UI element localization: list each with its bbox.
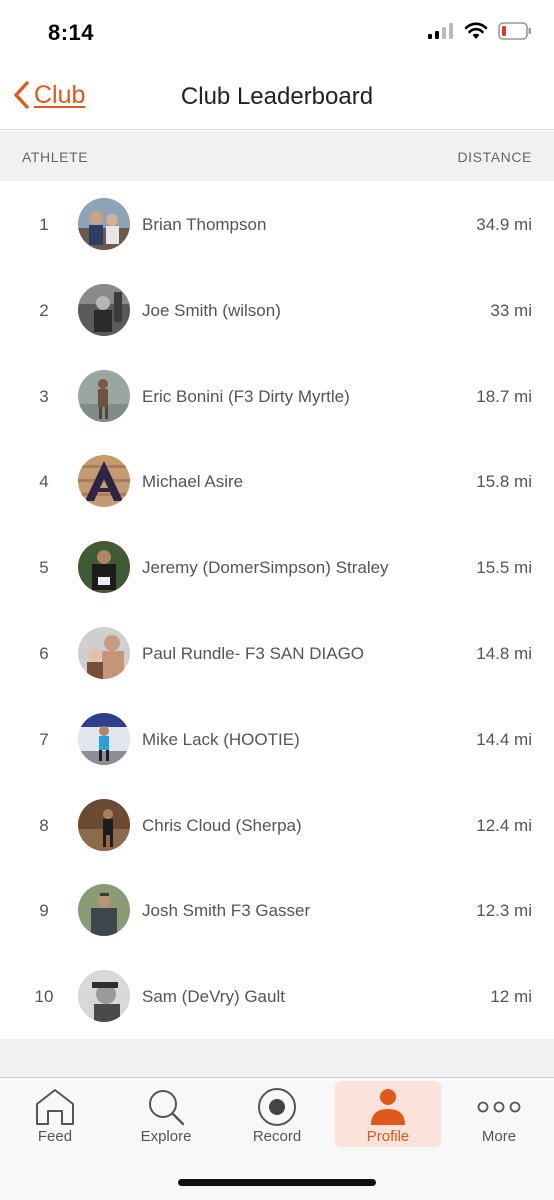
leaderboard-row[interactable]: 9 Josh Smith F3 Gasser 12.3 mi (0, 867, 554, 953)
rank-number: 6 (39, 643, 49, 663)
athlete-name: Chris Cloud (Sherpa) (142, 815, 302, 835)
tab-label: Feed (37, 1128, 73, 1145)
tab-explore[interactable]: Explore (113, 1081, 219, 1147)
home-indicator[interactable] (178, 1179, 376, 1186)
rank-number: 5 (39, 558, 49, 578)
rank-number: 9 (39, 901, 49, 921)
leaderboard-row[interactable]: 10 Sam (DeVry) Gault 12 mi (0, 953, 554, 1039)
leaderboard-row[interactable]: 7 Mike Lack (HOOTIE) 14.4 mi (0, 696, 554, 782)
wifi-icon (464, 22, 488, 39)
battery-icon (498, 22, 531, 40)
athlete-name: Joe Smith (wilson) (142, 300, 281, 320)
athlete-name: Jeremy (DomerSimpson) Straley (142, 558, 389, 578)
tab-label: Record (252, 1128, 302, 1145)
athlete-distance: 15.5 mi (476, 558, 532, 578)
athlete-distance: 14.4 mi (476, 729, 532, 749)
tab-profile[interactable]: Profile (335, 1081, 441, 1147)
leaderboard-row[interactable]: 8 Chris Cloud (Sherpa) 12.4 mi (0, 782, 554, 868)
home-icon (36, 1089, 74, 1125)
status-time: 8:14 (48, 20, 95, 45)
avatar (78, 626, 130, 679)
column-header-athlete: ATHLETE (22, 149, 89, 165)
athlete-distance: 14.8 mi (476, 643, 532, 663)
cellular-signal-icon (428, 23, 453, 39)
athlete-name: Sam (DeVry) Gault (142, 987, 285, 1007)
column-header-distance: DISTANCE (457, 149, 532, 165)
leaderboard-row[interactable]: 2 Joe Smith (wilson) 33 mi (0, 267, 554, 353)
athlete-name: Brian Thompson (142, 215, 267, 234)
search-icon (149, 1090, 185, 1126)
athlete-name: Eric Bonini (F3 Dirty Myrtle) (142, 386, 350, 406)
athlete-distance: 15.8 mi (476, 472, 532, 492)
leaderboard-row[interactable]: 1 Brian Thompson 34.9 mi (0, 181, 554, 267)
leaderboard-row[interactable]: 4 Michael Asire 15.8 mi (0, 438, 554, 524)
athlete-distance: 18.7 mi (476, 386, 532, 406)
tab-feed[interactable]: Feed (2, 1081, 108, 1147)
athlete-name: Mike Lack (HOOTIE) (142, 729, 300, 749)
record-icon (258, 1088, 296, 1126)
athlete-distance: 12.4 mi (476, 815, 532, 835)
more-dots-icon (477, 1101, 521, 1113)
status-bar: 8:14 (0, 0, 554, 66)
tab-record[interactable]: Record (224, 1081, 330, 1147)
leaderboard-header: ATHLETE DISTANCE (0, 131, 554, 181)
athlete-name: Paul Rundle- F3 SAN DIAGO (142, 643, 365, 663)
leaderboard-row[interactable]: 5 Jeremy (DomerSimpson) Straley 15.5 mi (0, 524, 554, 610)
leaderboard-list: 1 Brian Thompson 34.9 mi 2 Joe Smith (wi… (0, 181, 554, 1039)
rank-number: 2 (39, 300, 49, 320)
avatar (78, 712, 130, 765)
rank-number: 10 (34, 987, 54, 1007)
leaderboard-row[interactable]: 6 Paul Rundle- F3 SAN DIAGO 14.8 mi (0, 610, 554, 696)
athlete-distance: 12.3 mi (476, 901, 532, 921)
avatar (78, 541, 130, 594)
rank-number: 4 (39, 472, 49, 492)
athlete-name: Michael Asire (142, 472, 244, 492)
person-icon (371, 1089, 405, 1125)
athlete-distance: 34.9 mi (476, 215, 532, 234)
page-title: Club Leaderboard (180, 83, 374, 110)
athlete-name: Josh Smith F3 Gasser (142, 901, 311, 921)
rank-number: 8 (39, 815, 49, 835)
rank-number: 7 (39, 729, 49, 749)
tab-label: Profile (366, 1128, 410, 1145)
avatar (78, 283, 130, 336)
athlete-distance: 33 mi (490, 300, 532, 320)
tab-more[interactable]: More (446, 1081, 552, 1147)
status-icons (428, 22, 532, 40)
tab-label: More (481, 1128, 517, 1145)
leaderboard-row[interactable]: 3 Eric Bonini (F3 Dirty Myrtle) 18.7 mi (0, 353, 554, 439)
avatar (78, 970, 130, 1023)
tab-label: Explore (140, 1128, 192, 1145)
avatar (78, 798, 130, 851)
avatar (78, 198, 130, 250)
avatar (78, 369, 130, 422)
avatar (78, 884, 130, 937)
athlete-distance: 12 mi (490, 987, 532, 1007)
rank-number: 1 (39, 215, 49, 234)
navigation-bar: Club Club Leaderboard (0, 66, 554, 130)
rank-number: 3 (39, 386, 49, 406)
avatar (78, 455, 130, 508)
list-footer (0, 1039, 554, 1077)
